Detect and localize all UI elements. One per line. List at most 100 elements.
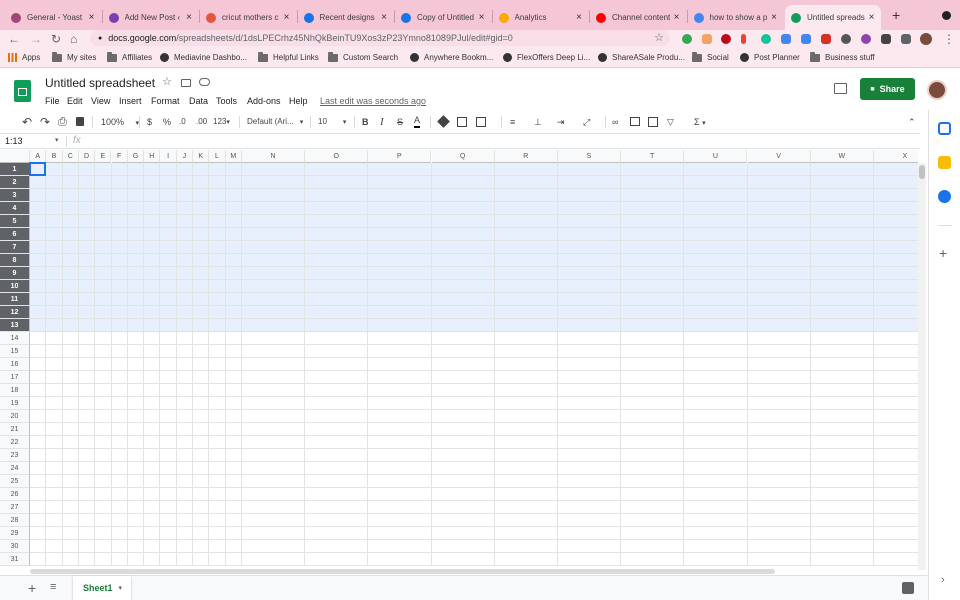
row-header[interactable]: 19 [0,397,30,410]
reload-button[interactable]: ↻ [51,32,61,46]
row-header[interactable]: 11 [0,293,30,306]
forward-button[interactable]: → [30,32,42,46]
close-tab-icon[interactable]: × [284,12,290,23]
column-header[interactable]: U [684,150,748,163]
bookmark-item[interactable]: Post Planner [740,53,800,62]
column-header[interactable]: M [225,150,242,163]
column-header[interactable]: K [193,150,210,163]
column-header[interactable]: W [810,150,874,163]
row-header[interactable]: 6 [0,228,30,241]
move-folder-icon[interactable] [181,79,191,87]
column-header[interactable]: V [747,150,811,163]
grammarly-icon[interactable] [761,34,771,44]
back-button[interactable]: ← [8,32,20,46]
fill-color-icon[interactable] [437,115,450,128]
currency-format-button[interactable]: $ [147,115,152,129]
row-header[interactable]: 26 [0,488,30,501]
bookmark-item[interactable]: Apps [8,53,40,62]
row-header[interactable]: 7 [0,241,30,254]
tab-search-icon[interactable] [942,11,951,20]
row-header[interactable]: 10 [0,280,30,293]
row-header[interactable]: 15 [0,345,30,358]
italic-button[interactable]: I [380,115,384,129]
column-header[interactable]: D [78,150,96,163]
column-header[interactable]: L [209,150,226,163]
insert-link-icon[interactable]: ∞ [612,115,618,129]
bold-button[interactable]: B [362,115,369,129]
row-header[interactable]: 12 [0,306,30,319]
extension-icon[interactable] [741,34,746,44]
star-icon[interactable]: ☆ [162,75,172,88]
column-header[interactable]: G [127,150,145,163]
borders-icon[interactable] [457,117,467,127]
profile-avatar[interactable] [920,33,932,45]
merge-cells-icon[interactable] [476,117,486,127]
close-tab-icon[interactable]: × [479,12,485,23]
decrease-decimal-button[interactable]: .0 [179,115,186,129]
browser-tab[interactable]: Recent designs × [298,5,394,30]
extension-icon[interactable] [821,34,831,44]
sheets-logo-icon[interactable] [14,80,31,102]
insert-comment-icon[interactable] [630,117,640,126]
more-formats-select[interactable]: 123▾ [213,115,230,130]
chevron-down-icon[interactable]: ▾ [55,136,59,144]
row-header[interactable]: 16 [0,358,30,371]
row-header[interactable]: 1 [0,163,30,176]
browser-tab[interactable]: Analytics × [493,5,589,30]
collapse-toolbar-icon[interactable]: ⌃ [908,115,916,129]
home-button[interactable]: ⌂ [70,32,77,46]
row-header[interactable]: 9 [0,267,30,280]
functions-icon[interactable]: Σ ▾ [694,115,706,131]
print-icon[interactable]: ⎙ [58,115,67,129]
text-wrap-icon[interactable]: ⇥ [557,115,565,129]
bookmark-item[interactable]: FlexOffers Deep Li... [503,53,590,62]
chevron-down-icon[interactable]: ▾ [119,584,123,592]
column-header[interactable]: N [241,150,306,163]
row-header[interactable]: 23 [0,449,30,462]
column-header[interactable]: T [621,150,685,163]
extension-icon[interactable] [801,34,811,44]
bookmark-item[interactable]: Affiliates [107,51,152,62]
increase-decimal-button[interactable]: .00 [196,115,207,129]
explore-icon[interactable] [902,582,914,594]
bookmark-item[interactable]: Anywhere Bookm... [410,53,493,62]
row-header[interactable]: 27 [0,501,30,514]
text-rotation-icon[interactable]: ⤢ [583,115,590,129]
wordpress-icon[interactable] [841,34,851,44]
close-tab-icon[interactable]: × [186,12,192,23]
extensions-puzzle-icon[interactable] [881,34,891,44]
row-header[interactable]: 21 [0,423,30,436]
vertical-scrollbar[interactable] [918,163,926,570]
menu-file[interactable]: File [45,96,60,106]
row-header[interactable]: 31 [0,553,30,566]
account-avatar[interactable] [927,80,947,100]
column-header[interactable]: J [176,150,193,163]
side-panel-toggle-icon[interactable]: › [941,574,945,586]
formula-input[interactable] [90,134,910,148]
name-box[interactable]: 1:13 [5,136,23,146]
spreadsheet-grid[interactable]: A B C D E F G H I J K L M N O P Q R S T U V W X 1 2 3 4 5 6 7 8 9 10 11 12 1… [0,150,918,570]
row-header[interactable]: 8 [0,254,30,267]
horizontal-scroll-thumb[interactable] [30,569,775,574]
browser-tab[interactable]: cricut mothers c × [200,5,296,30]
comments-icon[interactable] [834,83,847,94]
bookmark-item[interactable]: Business stuff [810,51,875,62]
horizontal-align-icon[interactable]: ≡ [510,115,515,129]
row-header[interactable]: 24 [0,462,30,475]
zoom-select[interactable]: 100% ▾ [101,115,139,131]
calendar-icon[interactable] [938,122,951,135]
column-header[interactable]: P [368,150,432,163]
document-title[interactable]: Untitled spreadsheet [45,76,155,90]
menu-help[interactable]: Help [289,96,308,106]
browser-tab[interactable]: Copy of Untitled × [395,5,491,30]
sheet-tab[interactable]: Sheet1 ▾ [73,576,131,600]
bookmark-item[interactable]: Helpful Links [258,51,319,62]
extension-icon[interactable] [682,34,692,44]
row-header[interactable]: 13 [0,319,30,332]
font-family-select[interactable]: Default (Ari... ▾ [247,115,303,130]
column-header[interactable]: R [494,150,558,163]
column-header[interactable]: B [46,150,63,163]
row-header[interactable]: 4 [0,202,30,215]
close-tab-icon[interactable]: × [771,12,777,23]
select-all-corner[interactable] [0,150,30,163]
